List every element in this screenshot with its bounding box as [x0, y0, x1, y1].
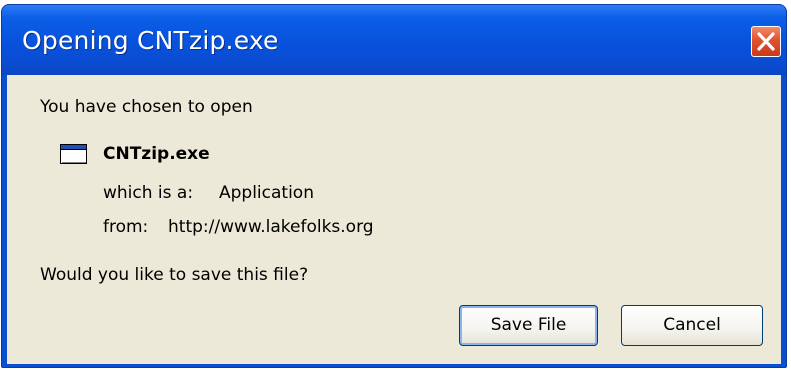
type-value: Application [219, 183, 314, 203]
application-window-icon [60, 144, 87, 164]
dialog-window: Opening CNTzip.exe You have chosen to op… [1, 4, 787, 368]
type-label: which is a: [103, 183, 194, 203]
dialog-title: Opening CNTzip.exe [22, 26, 279, 55]
file-name: CNTzip.exe [103, 144, 210, 164]
dialog-body: You have chosen to open CNTzip.exe which… [7, 75, 781, 364]
from-label: from: [103, 217, 149, 237]
close-button[interactable] [751, 26, 781, 57]
close-icon [757, 32, 775, 51]
save-file-button[interactable]: Save File [459, 305, 598, 346]
title-bar[interactable]: Opening CNTzip.exe [2, 5, 786, 75]
intro-text: You have chosen to open [40, 97, 253, 117]
save-question: Would you like to save this file? [40, 265, 309, 285]
from-value: http://www.lakefolks.org [168, 217, 374, 237]
cancel-button[interactable]: Cancel [621, 305, 763, 346]
